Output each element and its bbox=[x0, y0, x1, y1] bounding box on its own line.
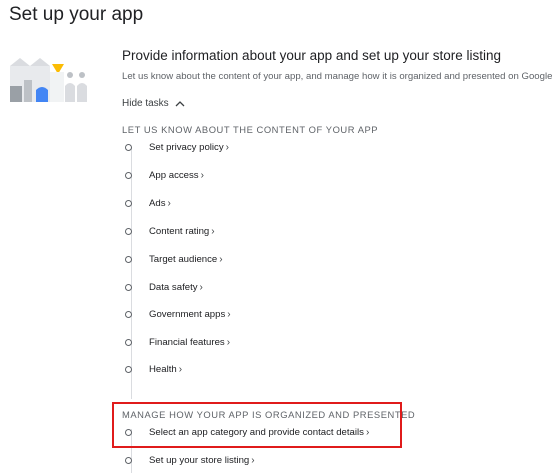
task-data-safety[interactable]: Data safety › bbox=[125, 279, 203, 295]
chevron-right-icon: › bbox=[167, 197, 171, 209]
task-label[interactable]: Government apps bbox=[149, 309, 225, 320]
section-title: Provide information about your app and s… bbox=[122, 48, 501, 63]
task-label[interactable]: Health bbox=[149, 364, 177, 375]
task-status-dot bbox=[125, 338, 132, 346]
task-label[interactable]: Set up your store listing bbox=[149, 455, 249, 466]
chevron-up-icon bbox=[175, 101, 185, 107]
chevron-right-icon: › bbox=[225, 141, 229, 153]
task-content-rating[interactable]: Content rating › bbox=[125, 223, 215, 239]
task-status-dot bbox=[125, 227, 132, 235]
section-description: Let us know about the content of your ap… bbox=[122, 71, 552, 82]
task-store-listing[interactable]: Set up your store listing › bbox=[125, 452, 255, 468]
task-app-access[interactable]: App access › bbox=[125, 167, 204, 183]
chevron-right-icon: › bbox=[178, 363, 183, 375]
task-financial-features[interactable]: Financial features › bbox=[125, 334, 230, 350]
page-title: Set up your app bbox=[9, 4, 144, 25]
chevron-right-icon: › bbox=[200, 169, 204, 181]
task-ads[interactable]: Ads › bbox=[125, 195, 171, 211]
task-label[interactable]: Set privacy policy bbox=[149, 142, 224, 153]
task-status-dot bbox=[125, 456, 132, 464]
task-government-apps[interactable]: Government apps › bbox=[125, 306, 231, 322]
task-status-dot bbox=[125, 143, 132, 151]
group-heading-content: LET US KNOW ABOUT THE CONTENT OF YOUR AP… bbox=[122, 124, 379, 135]
task-status-dot bbox=[125, 365, 132, 373]
task-status-dot bbox=[125, 310, 132, 318]
task-label[interactable]: Data safety bbox=[149, 282, 198, 293]
task-health[interactable]: Health › bbox=[125, 361, 182, 377]
task-label[interactable]: Financial features bbox=[149, 337, 225, 348]
task-label[interactable]: App access bbox=[149, 170, 199, 181]
highlight-annotation-box bbox=[112, 402, 402, 448]
task-status-dot bbox=[125, 255, 132, 263]
task-status-dot bbox=[125, 171, 132, 179]
chevron-right-icon: › bbox=[226, 336, 231, 348]
task-label[interactable]: Content rating bbox=[149, 226, 209, 237]
task-status-dot bbox=[125, 199, 132, 207]
task-label[interactable]: Target audience bbox=[149, 254, 217, 265]
task-status-dot bbox=[125, 428, 132, 436]
chevron-right-icon: › bbox=[199, 281, 203, 293]
chevron-right-icon: › bbox=[227, 308, 231, 320]
hide-tasks-toggle[interactable]: Hide tasks bbox=[122, 98, 185, 109]
task-set-privacy-policy[interactable]: Set privacy policy › bbox=[125, 139, 229, 155]
chevron-right-icon: › bbox=[219, 253, 223, 265]
task-status-dot bbox=[125, 283, 132, 291]
chevron-right-icon: › bbox=[251, 454, 255, 466]
task-target-audience[interactable]: Target audience › bbox=[125, 251, 223, 267]
task-label[interactable]: Ads bbox=[149, 198, 166, 209]
chevron-right-icon: › bbox=[211, 225, 215, 237]
setup-illustration-icon bbox=[8, 58, 98, 108]
hide-tasks-label: Hide tasks bbox=[122, 98, 169, 109]
